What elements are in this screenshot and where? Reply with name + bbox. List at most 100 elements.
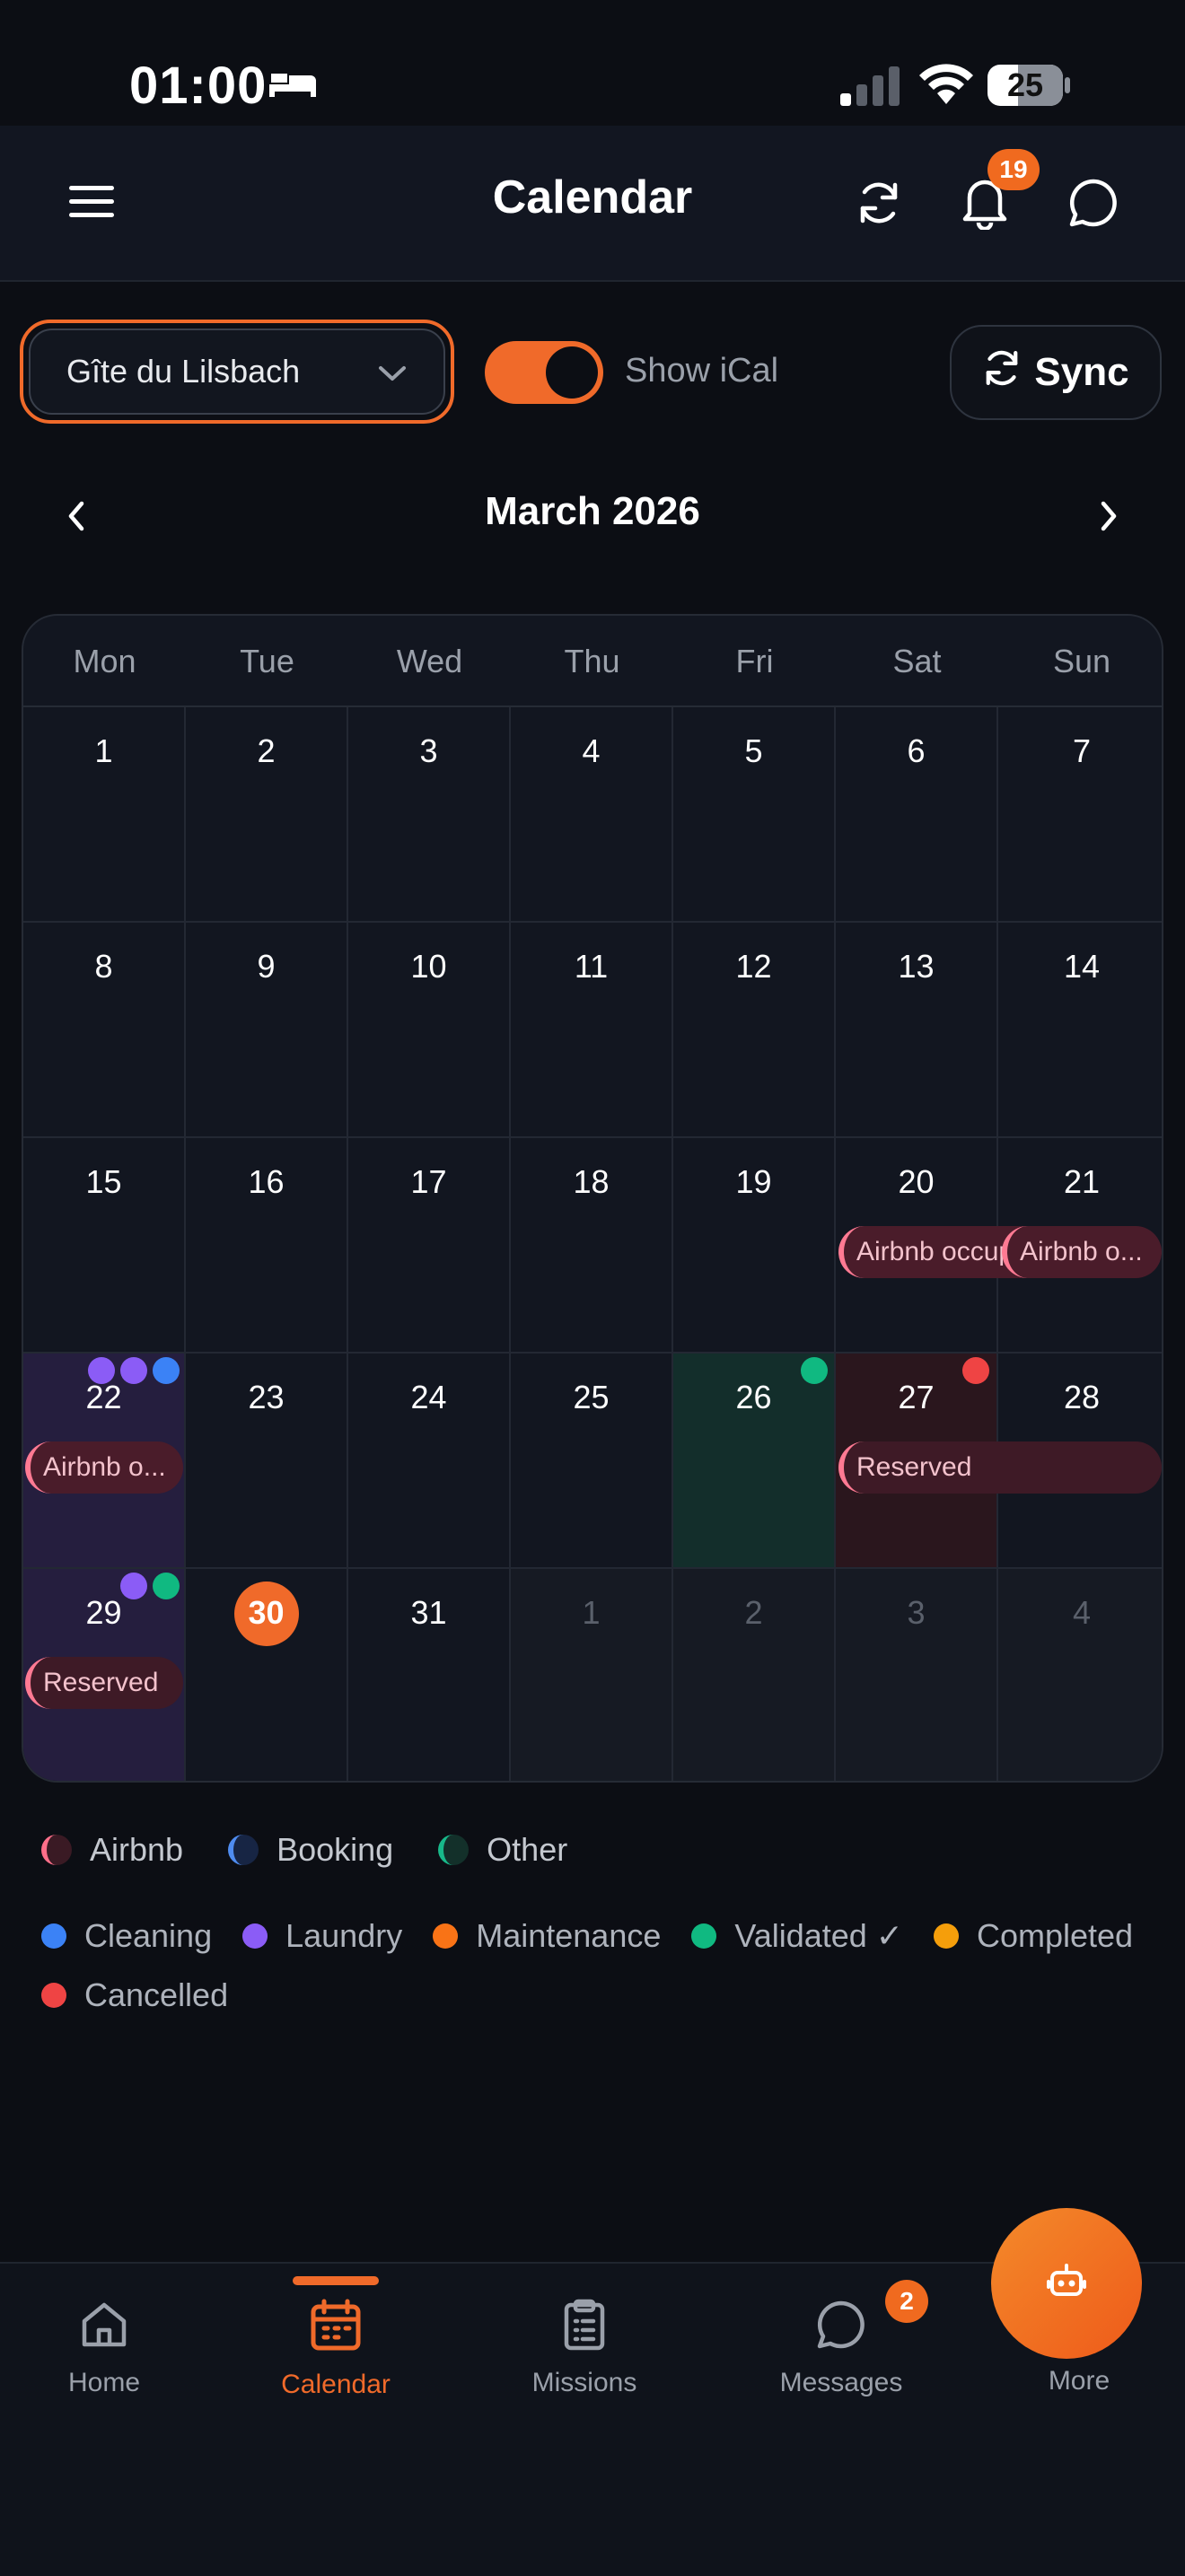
day-cell[interactable]: 3 [348, 707, 511, 923]
day-cell[interactable]: 23 [186, 1354, 348, 1569]
day-cell[interactable]: 31 [348, 1569, 511, 1781]
tab-home[interactable]: Home [50, 2298, 158, 2398]
day-cell[interactable]: 4 [511, 707, 673, 923]
legend-cleaning: Cleaning [41, 1917, 212, 1955]
tab-home-label: Home [67, 2368, 141, 2397]
legend-other: Other [438, 1831, 567, 1869]
validated-dot [801, 1357, 828, 1384]
day-cell[interactable]: 1 [23, 707, 186, 923]
robot-icon [1045, 2260, 1088, 2308]
day-cell[interactable]: 7 [998, 707, 1162, 923]
legend-booking: Booking [228, 1831, 393, 1869]
day-cell[interactable]: 9 [186, 923, 348, 1138]
legend-validated: Validated ✓ [691, 1917, 903, 1955]
legend-validated-label: Validated ✓ [734, 1917, 903, 1954]
day-number: 1 [94, 732, 113, 769]
ical-toggle-label: Show iCal [625, 352, 779, 390]
property-select-value: Gîte du Lilsbach [66, 353, 301, 390]
day-number: 2 [257, 732, 276, 769]
day-cell[interactable]: 18 [511, 1138, 673, 1354]
day-number-next-month: 3 [907, 1594, 926, 1631]
day-number-next-month: 2 [744, 1594, 763, 1631]
sync-icon [982, 348, 1022, 398]
notification-badge: 19 [988, 149, 1040, 190]
day-cell[interactable]: 30 [186, 1569, 348, 1781]
cleaning-dot [153, 1357, 180, 1384]
sync-label: Sync [1034, 350, 1129, 394]
laundry-dot [242, 1923, 268, 1949]
validated-dot [153, 1573, 180, 1599]
booking-swatch [228, 1835, 259, 1865]
day-number: 5 [744, 732, 763, 769]
chat-icon[interactable] [1063, 172, 1124, 233]
day-number: 4 [582, 732, 601, 769]
day-cell[interactable]: 8 [23, 923, 186, 1138]
day-number: 3 [419, 732, 438, 769]
calendar-grid: Mon Tue Wed Thu Fri Sat Sun 1 2 3 4 5 6 … [22, 614, 1163, 1783]
day-cell[interactable]: 26 [673, 1354, 836, 1569]
validated-dot [691, 1923, 717, 1949]
message-icon [814, 2298, 868, 2359]
cancelled-dot [41, 1983, 66, 2008]
next-month-icon[interactable] [1088, 495, 1129, 537]
day-cell[interactable]: 17 [348, 1138, 511, 1354]
month-label: March 2026 [485, 489, 700, 533]
legend-cancelled-label: Cancelled [84, 1976, 229, 2013]
day-number-today: 30 [248, 1594, 285, 1631]
day-number-next-month: 1 [582, 1594, 601, 1631]
day-cell[interactable]: 14 [998, 923, 1162, 1138]
day-cell[interactable]: 13 [836, 923, 998, 1138]
source-legend: Airbnb Booking Other [41, 1831, 567, 1869]
tab-missions[interactable]: Missions [515, 2298, 654, 2398]
day-cell[interactable]: 15 [23, 1138, 186, 1354]
event-pill-airbnb[interactable]: Airbnb o... [1002, 1226, 1162, 1278]
event-pill-reserved[interactable]: Reserved [838, 1441, 1162, 1494]
assistant-fab[interactable] [991, 2208, 1142, 2359]
day-cell[interactable]: 10 [348, 923, 511, 1138]
day-cell[interactable]: 1 [511, 1569, 673, 1781]
legend-maintenance-label: Maintenance [476, 1917, 662, 1954]
day-cell[interactable]: 24 [348, 1354, 511, 1569]
day-cell[interactable]: 19 [673, 1138, 836, 1354]
day-cell[interactable]: 12 [673, 923, 836, 1138]
battery-level: 25 [1006, 66, 1044, 103]
other-swatch [438, 1835, 470, 1865]
event-pill-airbnb[interactable]: Airbnb o... [25, 1441, 183, 1494]
day-number: 22 [85, 1379, 122, 1415]
tab-calendar-label: Calendar [281, 2370, 391, 2399]
status-legend-row2: Cancelled [41, 1976, 228, 2014]
legend-maintenance: Maintenance [433, 1917, 661, 1955]
day-cell[interactable]: 16 [186, 1138, 348, 1354]
day-cell[interactable]: 2 [673, 1569, 836, 1781]
tab-calendar[interactable]: Calendar [269, 2298, 402, 2400]
day-cell[interactable]: 2 [186, 707, 348, 923]
tab-more[interactable]: More [1025, 2366, 1133, 2396]
day-number: 20 [898, 1163, 935, 1200]
day-cell[interactable]: 11 [511, 923, 673, 1138]
day-number: 27 [898, 1379, 935, 1415]
day-cell[interactable]: 6 [836, 707, 998, 923]
day-number: 23 [248, 1379, 285, 1415]
legend-cancelled: Cancelled [41, 1976, 228, 2014]
legend-other-label: Other [487, 1831, 568, 1868]
battery-icon: 25 [988, 65, 1070, 106]
property-select[interactable]: Gîte du Lilsbach [20, 320, 454, 424]
day-cell[interactable]: 3 [836, 1569, 998, 1781]
day-number: 12 [735, 948, 772, 985]
day-cell[interactable]: 5 [673, 707, 836, 923]
day-cell[interactable]: 4 [998, 1569, 1162, 1781]
status-legend: Cleaning Laundry Maintenance Validated ✓… [41, 1917, 1133, 1955]
day-number: 11 [574, 948, 609, 985]
event-pill-reserved[interactable]: Reserved [25, 1657, 183, 1709]
legend-booking-label: Booking [276, 1831, 394, 1868]
cleaning-dot [41, 1923, 66, 1949]
airbnb-swatch [41, 1835, 72, 1865]
day-cell[interactable]: 25 [511, 1354, 673, 1569]
status-time: 01:00 [129, 57, 268, 115]
ical-toggle[interactable] [485, 341, 603, 404]
day-number: 31 [410, 1594, 447, 1631]
sync-button[interactable]: Sync [950, 325, 1162, 420]
refresh-icon[interactable] [849, 174, 908, 232]
laundry-dot [88, 1357, 115, 1384]
wifi-icon [917, 63, 975, 110]
